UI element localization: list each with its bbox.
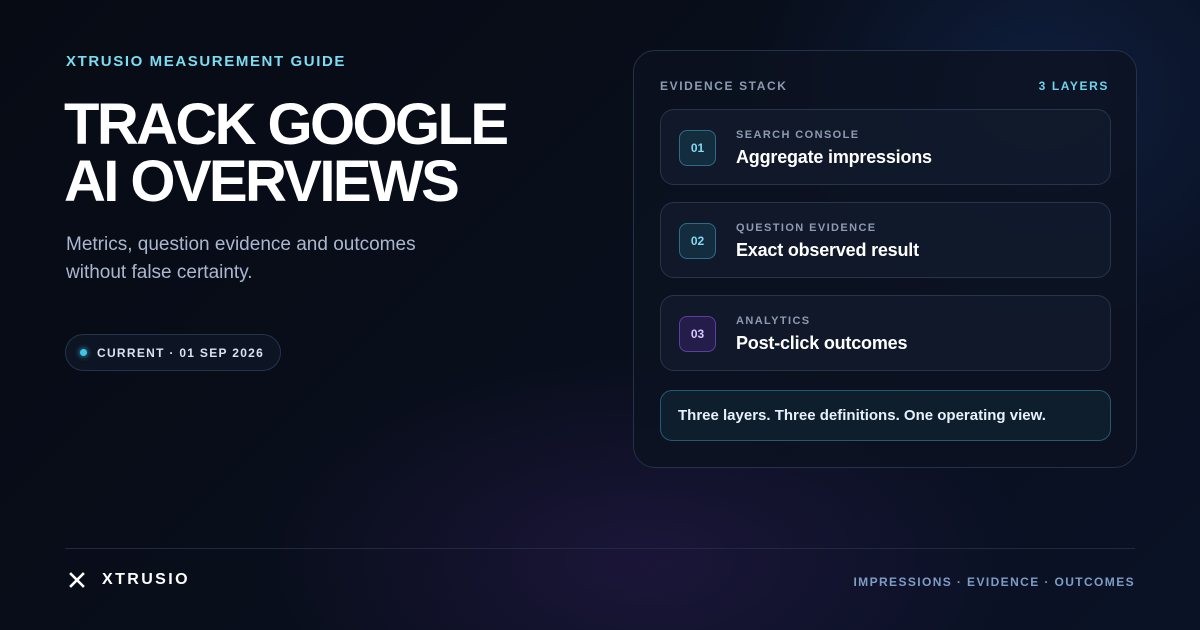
layer-card-analytics: 03 ANALYTICS Post-click outcomes <box>660 295 1111 371</box>
status-dot-icon <box>80 349 87 356</box>
layer-title: Post-click outcomes <box>736 333 908 353</box>
panel-count: 3 LAYERS <box>1038 79 1109 93</box>
layer-number-badge: 03 <box>679 316 716 352</box>
eyebrow: XTRUSIO MEASUREMENT GUIDE <box>66 53 347 70</box>
subtext-line-2: without false certainty. <box>66 262 253 283</box>
layer-title: Aggregate impressions <box>736 147 932 167</box>
panel-label: EVIDENCE STACK <box>660 79 788 93</box>
panel-summary-note: Three layers. Three definitions. One ope… <box>660 390 1111 441</box>
layer-kicker: SEARCH CONSOLE <box>736 129 860 141</box>
brand: XTRUSIO <box>68 571 190 589</box>
brand-name: XTRUSIO <box>102 571 190 588</box>
layer-number-badge: 01 <box>679 130 716 166</box>
status-text: CURRENT · 01 SEP 2026 <box>97 345 265 360</box>
layer-number-badge: 02 <box>679 223 716 259</box>
layer-kicker: ANALYTICS <box>736 315 811 327</box>
x-logo-icon <box>69 572 85 588</box>
layer-title: Exact observed result <box>736 240 919 260</box>
subtext-line-1: Metrics, question evidence and outcomes <box>66 234 416 255</box>
layer-card-question-evidence: 02 QUESTION EVIDENCE Exact observed resu… <box>660 202 1111 278</box>
layer-kicker: QUESTION EVIDENCE <box>736 222 877 234</box>
footer-tags: IMPRESSIONS · EVIDENCE · OUTCOMES <box>853 575 1135 589</box>
layer-card-search-console: 01 SEARCH CONSOLE Aggregate impressions <box>660 109 1111 185</box>
subtext: Metrics, question evidence and outcomes … <box>66 231 506 287</box>
headline-line-2: AI OVERVIEWS <box>64 149 460 214</box>
headline: TRACK GOOGLE AI OVERVIEWS <box>64 96 584 211</box>
headline-line-1: TRACK GOOGLE <box>64 92 509 157</box>
footer-divider <box>65 548 1135 549</box>
status-pill: CURRENT · 01 SEP 2026 <box>65 334 282 371</box>
panel-header: EVIDENCE STACK 3 LAYERS <box>660 79 1109 93</box>
evidence-stack-panel: EVIDENCE STACK 3 LAYERS 01 SEARCH CONSOL… <box>633 50 1137 468</box>
